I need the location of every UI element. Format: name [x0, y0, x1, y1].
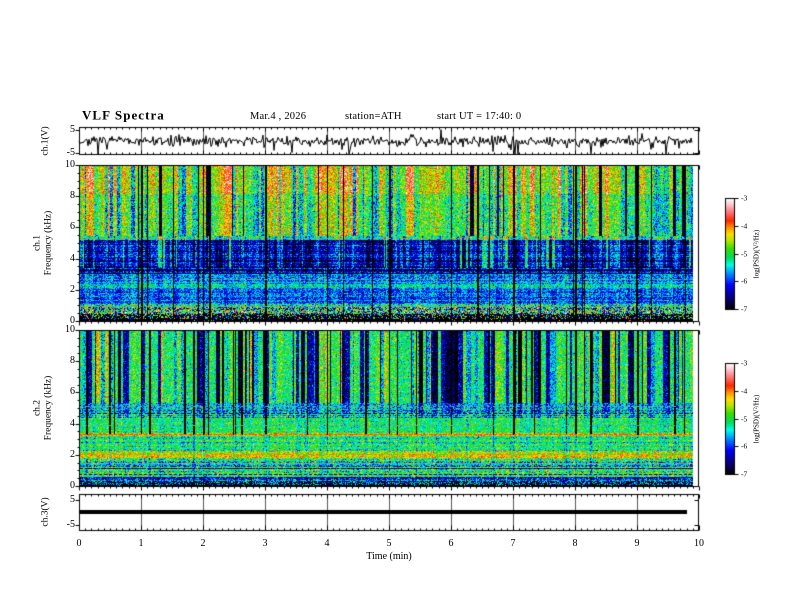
colorbar1-unit-label: log(PSD)(V²/Hz) — [752, 229, 761, 279]
spec2-axis-label-line1: ch.2 — [32, 399, 43, 417]
x-tick-label: 3 — [262, 538, 268, 549]
start-ut-label: start UT = 17:40: 0 — [437, 110, 522, 122]
ch1-wave-y-tick-label: 5 — [70, 123, 75, 135]
x-tick-label: 2 — [200, 538, 206, 549]
x-tick-label: 10 — [694, 538, 704, 549]
x-tick-label: 7 — [510, 538, 516, 549]
station-label: station=ATH — [345, 110, 402, 122]
spec1-axis-label-line2: Frequency (kHz) — [43, 210, 53, 276]
x-tick-label: 5 — [386, 538, 392, 549]
x-tick-label: 1 — [138, 538, 144, 549]
figure-title: VLF Spectra — [82, 107, 165, 123]
spec1-y-tick-label: 8 — [70, 190, 75, 202]
ch1-voltage-axis-label: ch.1(V) — [40, 126, 51, 156]
colorbar1-tick-label: -7 — [741, 304, 748, 314]
colorbar2-tick-label: -4 — [741, 386, 748, 395]
colorbar1-tick-label: -6 — [741, 276, 748, 286]
spec2-axis-label-line2: Frequency (kHz) — [43, 375, 53, 441]
spec2-y-tick-label: 2 — [70, 448, 75, 460]
ch1-wave-y-tick-label: -5 — [66, 146, 75, 158]
ch3-wave-y-tick-label: 5 — [70, 494, 75, 505]
spec2-y-tick-label: 0 — [70, 480, 75, 491]
x-tick-label: 9 — [634, 538, 640, 549]
x-tick-label: 8 — [572, 538, 578, 549]
ch3-voltage-axis-label: ch.3(V) — [40, 497, 51, 527]
colorbar1-tick-label: -3 — [741, 193, 748, 203]
spec1-y-tick-label: 10 — [65, 159, 75, 170]
date-label: Mar.4 , 2026 — [250, 110, 307, 122]
spec1-y-tick-label: 6 — [70, 221, 75, 233]
colorbar2-unit-label: log(PSD)(V²/Hz) — [752, 394, 761, 444]
time-axis-label: Time (min) — [366, 551, 412, 562]
spec2-y-tick-label: 4 — [70, 417, 75, 429]
colorbar2-tick-label: -7 — [741, 469, 748, 479]
spec2-y-tick-label: 6 — [70, 386, 75, 398]
colorbar2-tick-label: -5 — [741, 413, 748, 423]
spec2-y-tick-label: 8 — [70, 355, 75, 367]
colorbar2-tick-label: -3 — [741, 358, 748, 368]
vlf-spectra-figure: VLF Spectra Mar.4 , 2026 station=ATH sta… — [0, 0, 792, 612]
colorbar1-tick-label: -5 — [741, 248, 748, 258]
x-tick-label: 6 — [448, 538, 454, 549]
plot-canvas — [0, 0, 792, 612]
spec1-axis-label: ch.1 Frequency (kHz) — [33, 211, 54, 276]
spec1-axis-label-line1: ch.1 — [32, 234, 43, 252]
spec1-y-tick-label: 4 — [70, 252, 75, 264]
x-tick-label: 4 — [324, 538, 330, 549]
ch3-wave-y-tick-label: -5 — [66, 519, 75, 530]
spec1-y-tick-label: 2 — [70, 283, 75, 295]
spec2-y-tick-label: 10 — [65, 324, 75, 335]
colorbar1-tick-label: -4 — [741, 221, 748, 230]
colorbar2-tick-label: -6 — [741, 441, 748, 451]
x-tick-label: 0 — [76, 538, 82, 549]
spec2-axis-label: ch.2 Frequency (kHz) — [33, 376, 54, 441]
